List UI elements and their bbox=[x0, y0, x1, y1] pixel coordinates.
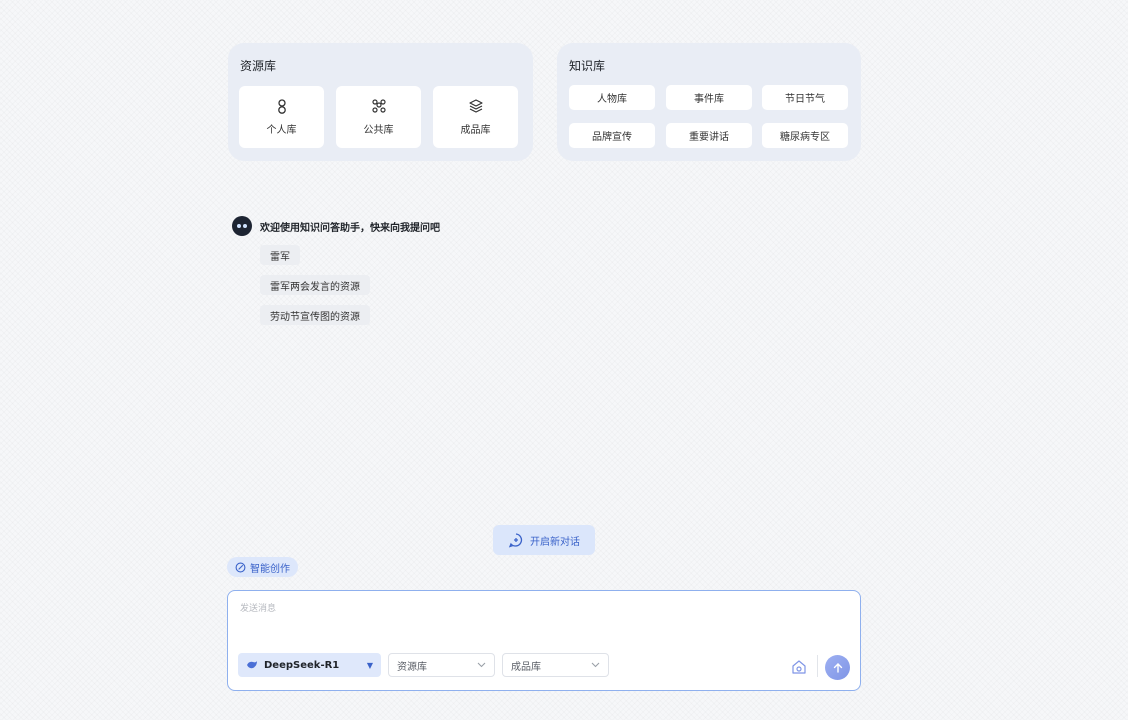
edit-icon bbox=[235, 562, 246, 572]
arrow-up-icon bbox=[833, 662, 842, 673]
product-select-value: 成品库 bbox=[511, 661, 541, 673]
kb-item-events[interactable]: 事件库 bbox=[666, 85, 752, 110]
composer-divider bbox=[817, 655, 818, 677]
personal-library-label: 个人库 bbox=[266, 125, 297, 136]
public-library-label: 公共库 bbox=[363, 125, 394, 136]
model-name: DeepSeek-R1 bbox=[264, 659, 340, 671]
message-input[interactable] bbox=[238, 603, 782, 615]
layers-icon bbox=[468, 99, 483, 113]
resource-library-select[interactable]: 资源库 bbox=[388, 653, 495, 677]
message-composer: DeepSeek-R1 ▼ 资源库 成品库 bbox=[227, 590, 861, 691]
smart-create-button[interactable]: 智能创作 bbox=[227, 557, 298, 577]
kb-item-diabetes[interactable]: 糖尿病专区 bbox=[762, 123, 848, 148]
kb-item-brand[interactable]: 品牌宣传 bbox=[569, 123, 655, 148]
suggestion-chip[interactable]: 雷军 bbox=[260, 245, 300, 265]
smart-create-label: 智能创作 bbox=[250, 563, 290, 575]
new-chat-label: 开启新对话 bbox=[530, 536, 580, 548]
personal-library-card[interactable]: 个人库 bbox=[239, 86, 324, 148]
robot-avatar-icon bbox=[232, 216, 252, 236]
knowledge-home-icon[interactable] bbox=[790, 658, 808, 676]
caret-down-icon: ▼ bbox=[366, 660, 373, 670]
finished-library-label: 成品库 bbox=[460, 125, 491, 136]
chevron-down-icon bbox=[477, 662, 486, 668]
assistant-welcome: 欢迎使用知识问答助手，快来向我提问吧 bbox=[232, 216, 440, 236]
chevron-down-icon bbox=[591, 662, 600, 668]
model-select[interactable]: DeepSeek-R1 ▼ bbox=[238, 653, 381, 677]
finished-library-select[interactable]: 成品库 bbox=[502, 653, 609, 677]
knowledge-library-title: 知识库 bbox=[569, 59, 606, 73]
kb-item-speeches[interactable]: 重要讲话 bbox=[666, 123, 752, 148]
knowledge-library-panel: 知识库 人物库 事件库 节日节气 品牌宣传 重要讲话 糖尿病专区 bbox=[557, 43, 861, 161]
group-icon bbox=[371, 99, 386, 113]
kb-item-people[interactable]: 人物库 bbox=[569, 85, 655, 110]
chat-plus-icon bbox=[508, 533, 523, 548]
suggestion-chip[interactable]: 雷军两会发言的资源 bbox=[260, 275, 370, 295]
resource-library-panel: 资源库 个人库 公共库 成品库 bbox=[228, 43, 533, 161]
new-chat-button[interactable]: 开启新对话 bbox=[493, 525, 595, 555]
send-button[interactable] bbox=[825, 655, 850, 680]
resource-library-title: 资源库 bbox=[240, 59, 277, 73]
welcome-message: 欢迎使用知识问答助手，快来向我提问吧 bbox=[260, 222, 440, 234]
person-icon bbox=[277, 99, 286, 114]
finished-library-card[interactable]: 成品库 bbox=[433, 86, 518, 148]
suggestion-chip[interactable]: 劳动节宣传图的资源 bbox=[260, 305, 370, 325]
kb-item-festivals[interactable]: 节日节气 bbox=[762, 85, 848, 110]
deepseek-whale-icon bbox=[247, 661, 257, 669]
resource-select-value: 资源库 bbox=[397, 661, 427, 673]
public-library-card[interactable]: 公共库 bbox=[336, 86, 421, 148]
